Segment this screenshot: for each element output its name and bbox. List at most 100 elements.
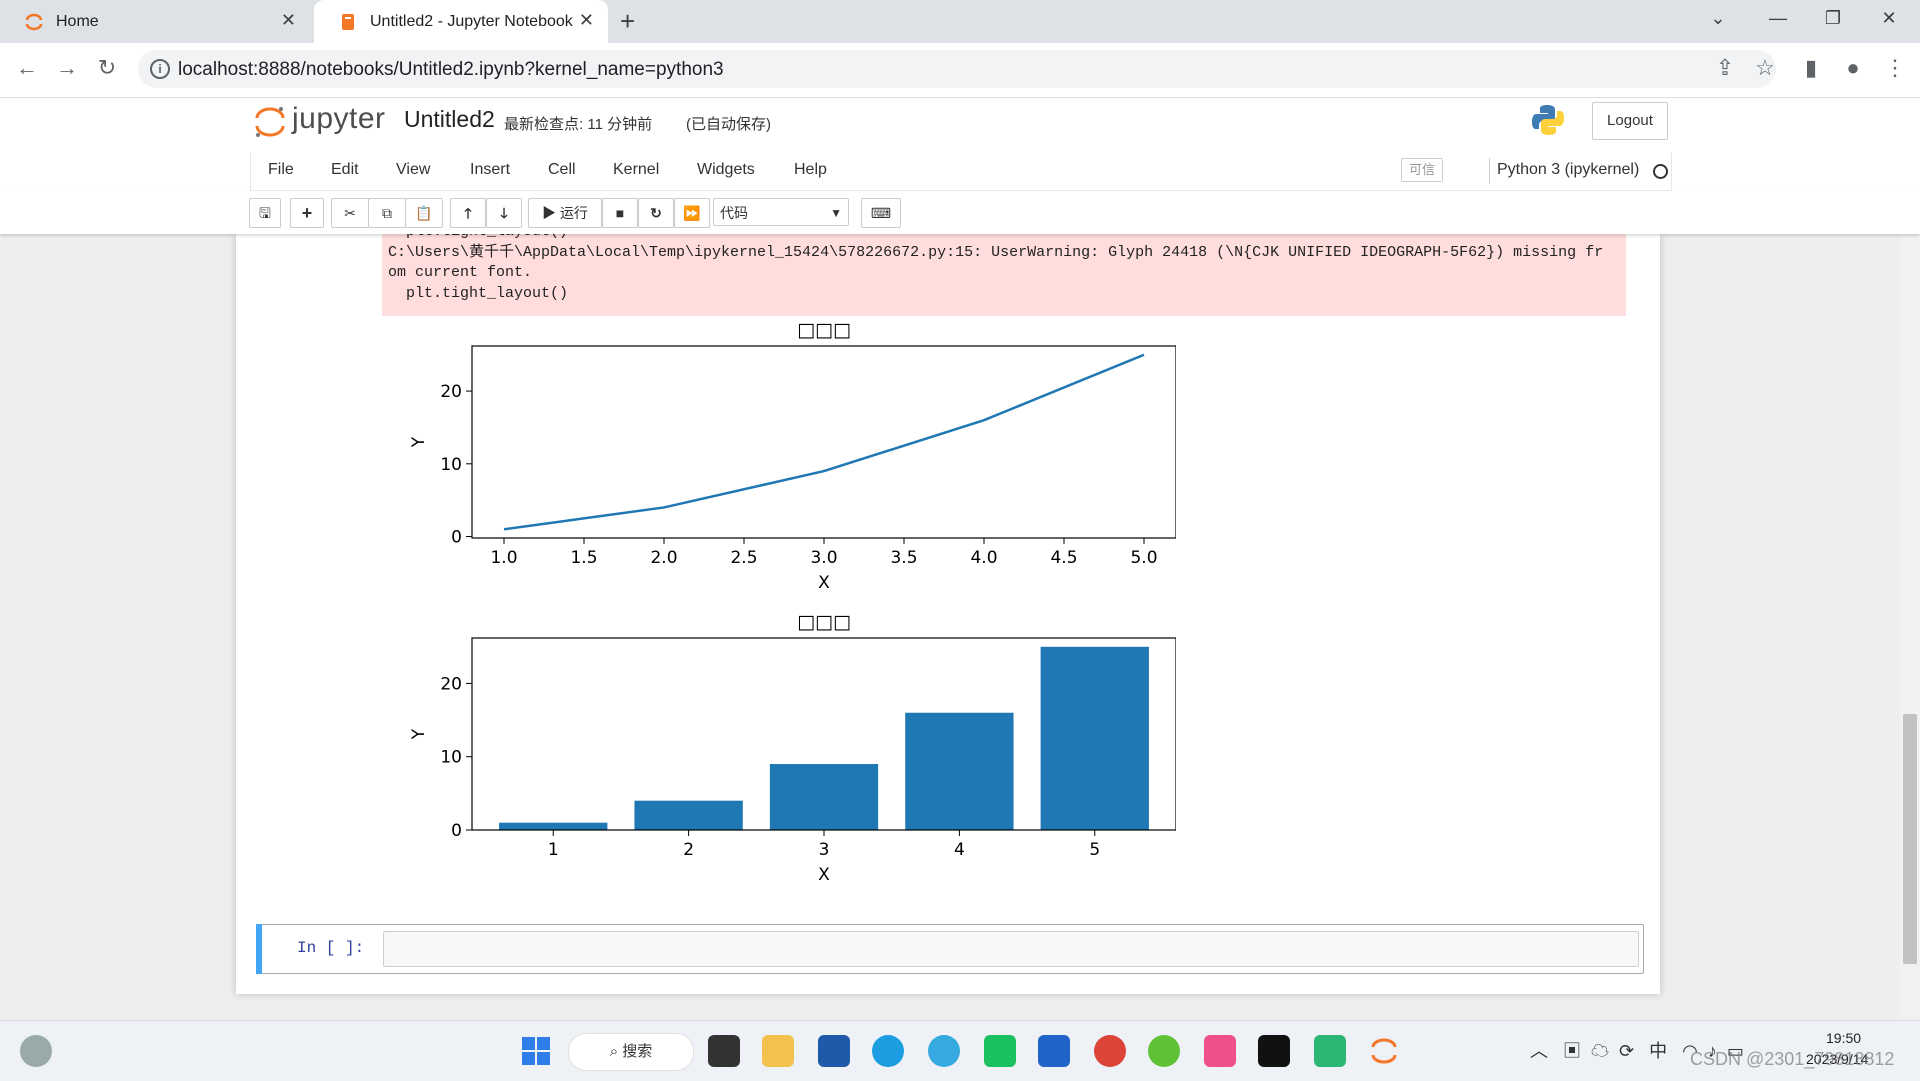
store-icon[interactable] bbox=[818, 1035, 850, 1067]
remote-desktop-icon[interactable] bbox=[1314, 1035, 1346, 1067]
x-tick-label: 2.0 bbox=[650, 548, 677, 568]
y-tick-label: 0 bbox=[451, 821, 462, 841]
stderr-line: om current font. bbox=[388, 264, 533, 281]
kernel-separator bbox=[1489, 158, 1490, 184]
tab-notebook[interactable]: Untitled2 - Jupyter Notebook ✕ bbox=[314, 0, 608, 43]
move-up-icon[interactable]: 🡑 bbox=[450, 198, 486, 228]
move-down-icon[interactable]: 🡓 bbox=[486, 198, 522, 228]
sync-icon[interactable]: ⟳ bbox=[1619, 1041, 1634, 1061]
copy-icon[interactable]: ⧉ bbox=[368, 198, 406, 228]
y-tick-label: 20 bbox=[440, 382, 462, 402]
restart-run-all-icon[interactable]: ⏩ bbox=[674, 198, 710, 228]
tab-home-title: Home bbox=[56, 12, 99, 30]
green-app-icon[interactable] bbox=[984, 1035, 1016, 1067]
stderr-output: plt.tight_layout() C:\Users\黄千千\AppData\… bbox=[382, 234, 1626, 316]
close-icon[interactable]: ✕ bbox=[281, 10, 296, 31]
menu-kernel[interactable]: Kernel bbox=[613, 161, 659, 179]
file-explorer-icon[interactable] bbox=[762, 1035, 794, 1067]
cell-input[interactable] bbox=[383, 931, 1639, 967]
cell-type-select[interactable]: 代码 ▼ bbox=[713, 198, 849, 226]
minimize-icon[interactable]: — bbox=[1763, 8, 1793, 29]
cell-type-value: 代码 bbox=[720, 205, 748, 221]
keyboard-icon[interactable]: ⌨ bbox=[861, 198, 901, 228]
tab-home[interactable]: Home ✕ bbox=[0, 0, 310, 43]
menu-insert[interactable]: Insert bbox=[470, 161, 510, 179]
chevron-down-icon: ▼ bbox=[830, 206, 842, 220]
reload-icon[interactable]: ↻ bbox=[92, 55, 122, 81]
onedrive-icon[interactable]: ☁ bbox=[1591, 1041, 1609, 1061]
code-cell[interactable]: In [ ]: bbox=[256, 924, 1644, 974]
chevron-up-icon[interactable]: ︿ bbox=[1530, 1041, 1548, 1061]
profile-avatar-icon[interactable]: ● bbox=[1838, 55, 1868, 81]
close-icon[interactable]: ✕ bbox=[579, 10, 594, 31]
menu-file[interactable]: File bbox=[268, 161, 294, 179]
edge-icon[interactable] bbox=[872, 1035, 904, 1067]
y-tick-label: 0 bbox=[451, 528, 462, 548]
search-label: 搜索 bbox=[622, 1043, 653, 1060]
jupyter-logo-icon[interactable] bbox=[252, 104, 288, 140]
task-view-icon[interactable] bbox=[708, 1035, 740, 1067]
blue-app-icon[interactable] bbox=[1038, 1035, 1070, 1067]
stderr-line: plt.tight_layout() bbox=[388, 284, 569, 302]
menu-widgets[interactable]: Widgets bbox=[697, 161, 755, 179]
x-tick-label: 1 bbox=[548, 840, 559, 860]
wechat-icon[interactable] bbox=[1148, 1035, 1180, 1067]
stderr-line: C:\Users\黄千千\AppData\Local\Temp\ipykerne… bbox=[388, 243, 1604, 261]
menu-view[interactable]: View bbox=[396, 161, 430, 179]
x-tick-label: 4.0 bbox=[970, 548, 997, 568]
tab-search-chevron-icon[interactable]: ⌄ bbox=[1703, 8, 1733, 29]
logout-button[interactable]: Logout bbox=[1592, 102, 1668, 140]
ie-icon[interactable] bbox=[928, 1035, 960, 1067]
notebook-container: plt.tight_layout() C:\Users\黄千千\AppData\… bbox=[236, 234, 1660, 994]
ime-indicator[interactable]: 中 bbox=[1649, 1041, 1667, 1061]
kernel-name[interactable]: Python 3 (ipykernel) bbox=[1497, 161, 1639, 179]
jupyter-taskbar-icon[interactable] bbox=[1368, 1035, 1400, 1067]
windows-start-icon[interactable] bbox=[520, 1035, 552, 1067]
new-tab-button[interactable]: + bbox=[620, 6, 635, 37]
insert-cell-below-icon[interactable]: + bbox=[290, 198, 324, 228]
paste-icon[interactable]: 📋 bbox=[405, 198, 443, 228]
weather-widget-icon[interactable] bbox=[20, 1035, 52, 1067]
restore-icon[interactable]: ❐ bbox=[1818, 8, 1848, 29]
clock-time[interactable]: 19:50 bbox=[1826, 1030, 1861, 1046]
back-icon[interactable]: ← bbox=[12, 55, 42, 81]
more-menu-icon[interactable]: ⋮ bbox=[1880, 55, 1910, 81]
trusted-badge[interactable]: 可信 bbox=[1401, 158, 1443, 182]
bookmark-star-icon[interactable]: ☆ bbox=[1750, 55, 1780, 81]
address-bar[interactable]: i localhost:8888/notebooks/Untitled2.ipy… bbox=[138, 50, 1776, 88]
x-tick-label: 1.5 bbox=[570, 548, 597, 568]
url-text[interactable]: localhost:8888/notebooks/Untitled2.ipynb… bbox=[178, 59, 724, 81]
pink-app-icon[interactable] bbox=[1204, 1035, 1236, 1067]
menu-cell[interactable]: Cell bbox=[548, 161, 576, 179]
cut-icon[interactable]: ✂ bbox=[331, 198, 369, 228]
share-icon[interactable]: ⇪ bbox=[1710, 55, 1740, 81]
x-tick-label: 3 bbox=[819, 840, 830, 860]
save-icon[interactable]: 🖫 bbox=[249, 198, 281, 228]
forward-icon[interactable]: → bbox=[52, 55, 82, 81]
scrollbar-thumb[interactable] bbox=[1903, 714, 1917, 964]
taskbar-search[interactable]: ⌕ 搜索 bbox=[568, 1033, 694, 1071]
page-scrollbar[interactable] bbox=[1900, 234, 1920, 1020]
close-window-icon[interactable]: ✕ bbox=[1874, 8, 1904, 29]
bar bbox=[634, 800, 743, 830]
interrupt-icon[interactable]: ■ bbox=[602, 198, 638, 228]
x-tick-label: 3.5 bbox=[890, 548, 917, 568]
notebook-name[interactable]: Untitled2 bbox=[404, 106, 495, 133]
menu-edit[interactable]: Edit bbox=[331, 161, 359, 179]
tiktok-icon[interactable] bbox=[1258, 1035, 1290, 1067]
windows-taskbar: ⌕ 搜索 ︿ ▣ ☁ ⟳ 中 ◠ ♪ ▭ 19:50 2023/9/14 CSD… bbox=[0, 1020, 1920, 1081]
notebook-favicon-icon bbox=[342, 13, 354, 30]
menu-help[interactable]: Help bbox=[794, 161, 827, 179]
info-icon[interactable]: i bbox=[150, 59, 170, 79]
run-button[interactable]: ▶ 运行 bbox=[528, 198, 602, 228]
side-panel-icon[interactable]: ▮ bbox=[1796, 55, 1826, 81]
bar bbox=[499, 822, 608, 830]
x-tick-label: 4 bbox=[954, 840, 965, 860]
tray-app-icon[interactable]: ▣ bbox=[1563, 1041, 1581, 1061]
restart-icon[interactable]: ↻ bbox=[638, 198, 674, 228]
search-icon: ⌕ bbox=[609, 1043, 623, 1060]
chrome-icon[interactable] bbox=[1094, 1035, 1126, 1067]
jupyter-logo-text[interactable]: jupyter bbox=[292, 102, 386, 136]
line-series bbox=[503, 353, 1145, 531]
plot-frame bbox=[471, 345, 1176, 539]
